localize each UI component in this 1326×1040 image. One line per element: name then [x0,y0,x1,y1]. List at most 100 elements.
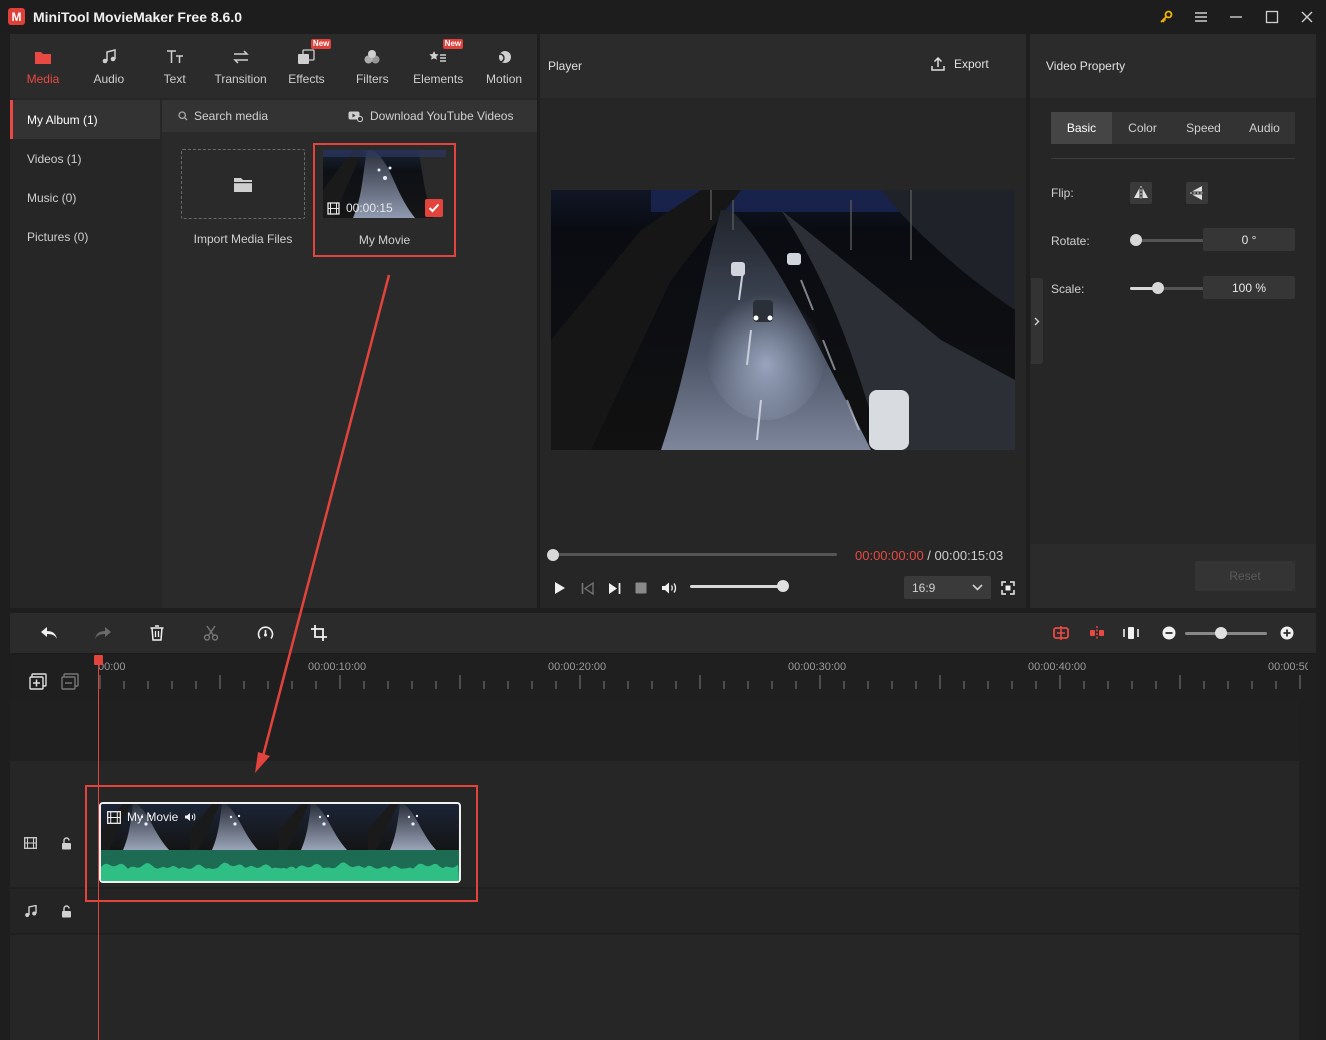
crop-button[interactable] [308,622,330,644]
flip-vertical-button[interactable] [1186,182,1208,204]
zoom-in-icon [1280,626,1294,640]
empty-track-area [10,935,1299,1040]
key-icon[interactable] [1154,6,1178,28]
play-icon [555,582,565,594]
album-item-music[interactable]: Music (0) [10,178,160,217]
audio-track-lock-icon[interactable] [58,903,74,919]
export-label: Export [954,57,989,71]
tab-label: Motion [486,72,523,86]
tab-effects[interactable]: New Effects [274,34,340,98]
playhead[interactable] [98,655,99,1040]
rotate-input[interactable]: 0 ° [1203,228,1295,251]
tab-filters[interactable]: Filters [339,34,405,98]
link-icon [1090,626,1104,640]
app-logo: M [8,8,25,25]
media-item-my-movie[interactable]: 00:00:15 My Movie [313,143,456,257]
close-icon[interactable] [1295,6,1319,28]
ruler-label: 00:00:40:00 [1028,661,1087,673]
zoom-out-button[interactable] [1158,622,1180,644]
property-title: Video Property [1046,59,1126,73]
remove-track-button[interactable] [60,671,80,691]
timeline-area: 00:00 00:00:10:00 00:00:20:00 00:00:30:0… [10,655,1316,1040]
property-footer: Reset [1030,544,1316,608]
export-button[interactable]: Export [930,56,989,72]
collapse-panel-toggle[interactable] [1031,278,1043,364]
reset-button[interactable]: Reset [1195,561,1295,591]
nav-tabs: Media Audio Text Transition New Effects … [10,34,537,98]
play-button[interactable] [552,579,568,597]
media-duration-text: 00:00:15 [346,201,393,215]
minimize-icon[interactable] [1224,6,1248,28]
playhead-handle[interactable] [94,655,103,665]
volume-slider[interactable] [690,585,785,588]
crop-icon [311,625,327,641]
tab-media[interactable]: Media [10,34,76,98]
fit-timeline-button[interactable] [1120,622,1142,644]
album-item-my-album[interactable]: My Album (1) [10,100,160,139]
rotate-slider-knob[interactable] [1130,234,1142,246]
divider [1051,158,1295,159]
tab-motion[interactable]: Motion [471,34,537,98]
flip-vertical-icon [1190,186,1204,200]
menu-icon[interactable] [1189,6,1213,28]
flip-horizontal-icon [1134,186,1148,200]
ruler-ticks [99,675,1301,689]
video-track-lock-icon[interactable] [58,835,74,851]
playback-progress-knob[interactable] [547,549,559,561]
tab-text[interactable]: Text [142,34,208,98]
timeline-clip-my-movie[interactable]: My Movie [99,802,461,883]
aspect-ratio-value: 16:9 [912,580,936,595]
tab-elements[interactable]: New Elements [405,34,471,98]
previous-frame-button[interactable] [579,579,595,597]
tab-label: Audio [93,72,125,86]
magnet-button[interactable] [1086,622,1108,644]
snap-button[interactable] [1050,622,1072,644]
youtube-download-icon [348,111,363,122]
delete-button[interactable] [146,622,168,644]
search-media[interactable]: Search media [178,109,268,123]
ruler-label: 00:00:50:00 [1268,661,1308,673]
track-lane-overlay [10,700,1299,759]
album-item-videos[interactable]: Videos (1) [10,139,160,178]
speaker-icon [661,582,676,594]
tab-basic[interactable]: Basic [1051,112,1112,144]
video-property-panel: Video Property Basic Color Speed Audio F… [1030,34,1316,608]
music-track-icon [22,903,38,919]
zoom-in-button[interactable] [1276,622,1298,644]
volume-button[interactable] [660,579,678,597]
fullscreen-button[interactable] [1000,579,1016,597]
time-separator: / [923,548,935,563]
tab-audio[interactable]: Audio [76,34,142,98]
album-item-pictures[interactable]: Pictures (0) [10,217,160,256]
timeline-ruler[interactable]: 00:00 00:00:10:00 00:00:20:00 00:00:30:0… [98,655,1308,700]
maximize-icon[interactable] [1260,6,1284,28]
import-media-button[interactable] [181,149,305,219]
total-time: 00:00:15:03 [934,548,1004,563]
add-track-button[interactable] [28,671,48,691]
scale-slider-knob[interactable] [1152,282,1164,294]
trash-icon [150,625,164,641]
tab-color[interactable]: Color [1112,112,1173,144]
motion-icon [495,46,513,68]
split-button[interactable] [200,622,222,644]
scale-input[interactable]: 100 % [1203,276,1295,299]
video-preview[interactable] [551,190,1015,450]
tab-audio[interactable]: Audio [1234,112,1295,144]
speed-button[interactable] [254,622,276,644]
fit-icon [1123,627,1139,639]
media-duration: 00:00:15 [327,201,393,215]
fullscreen-icon [1001,581,1015,595]
tab-transition[interactable]: Transition [208,34,274,98]
redo-button[interactable] [92,622,114,644]
tab-speed[interactable]: Speed [1173,112,1234,144]
selected-check-icon[interactable] [425,199,443,217]
download-youtube-button[interactable]: Download YouTube Videos [348,109,513,123]
volume-knob[interactable] [777,580,789,592]
timeline-zoom-knob[interactable] [1215,627,1227,639]
playback-progress-slider[interactable] [553,553,837,556]
aspect-ratio-select[interactable]: 16:9 [904,576,991,599]
flip-horizontal-button[interactable] [1130,182,1152,204]
next-frame-button[interactable] [606,579,622,597]
undo-button[interactable] [38,622,60,644]
stop-button[interactable] [633,579,649,597]
